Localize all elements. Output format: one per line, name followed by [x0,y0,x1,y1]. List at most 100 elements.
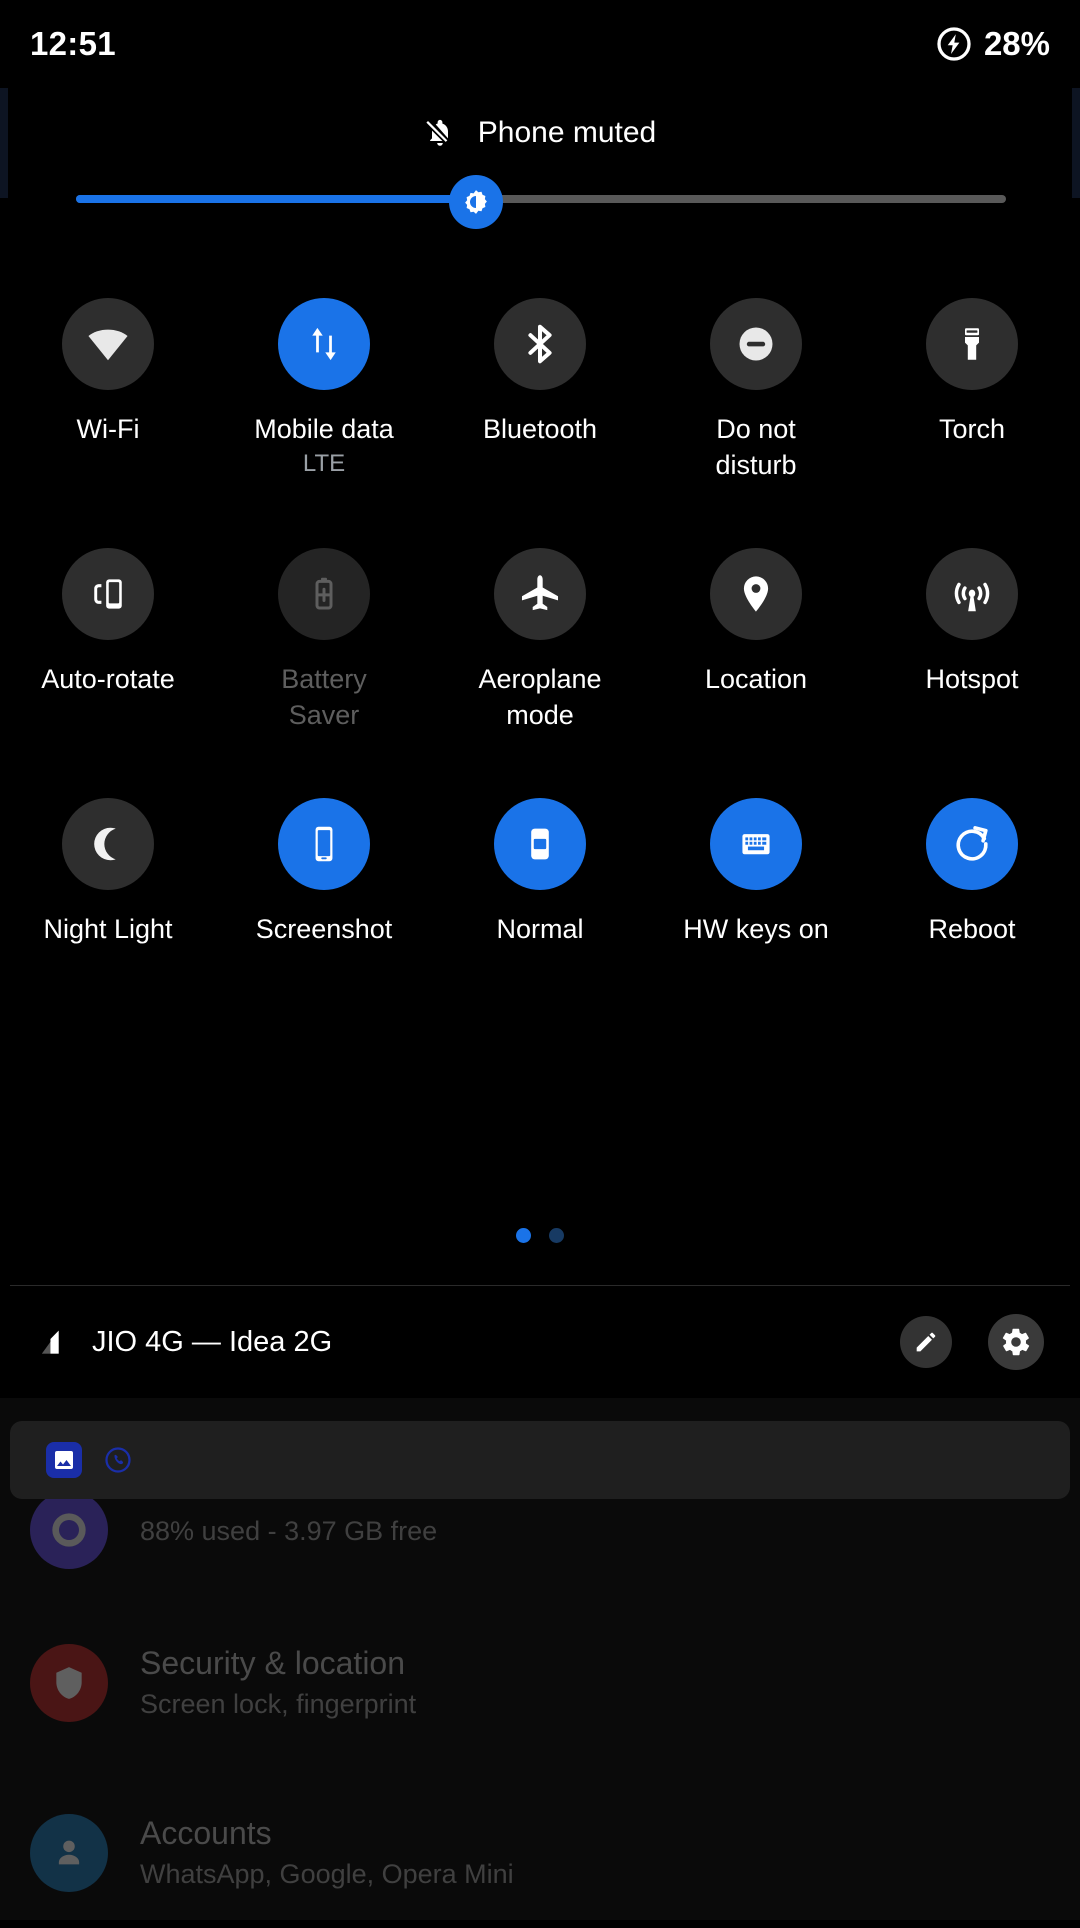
tile-torch[interactable]: Torch [864,280,1080,530]
tile-night-light[interactable]: Night Light [0,780,216,1030]
quick-settings-tiles: Wi-Fi Mobile data LTE Bluetooth Do not d… [0,280,1080,1030]
tile-icon-container[interactable] [926,548,1018,640]
battery-saver-icon [303,573,345,615]
reboot-icon [949,821,995,867]
gear-icon [1000,1326,1032,1358]
tile-wifi[interactable]: Wi-Fi [0,280,216,530]
tile-label: Battery Saver [281,664,367,730]
tile-icon-container[interactable] [494,548,586,640]
list-item-subtitle: 88% used - 3.97 GB free [140,1516,438,1547]
settings-button[interactable] [988,1314,1044,1370]
tile-icon-container[interactable] [62,548,154,640]
list-item-subtitle: WhatsApp, Google, Opera Mini [140,1859,514,1890]
tile-icon-container[interactable] [494,798,586,890]
auto-rotate-icon [86,572,130,616]
call-notification-icon[interactable] [100,1442,136,1478]
tile-icon-container[interactable] [926,798,1018,890]
page-dot-1[interactable] [516,1228,531,1243]
tile-do-not-disturb[interactable]: Do not disturb [648,280,864,530]
tile-mobile-data[interactable]: Mobile data LTE [216,280,432,530]
signal-bars-icon [36,1325,70,1359]
list-item-subtitle: Screen lock, fingerprint [140,1689,417,1720]
tile-row-3: Night Light Screenshot Normal HW keys on… [0,780,1080,1030]
battery-percentage: 28% [983,25,1050,62]
tile-location[interactable]: Location [648,530,864,780]
brightness-icon [461,187,491,217]
hotspot-icon [949,571,995,617]
tile-normal[interactable]: Normal [432,780,648,1030]
tile-battery-saver[interactable]: Battery Saver [216,530,432,780]
status-bar: 12:51 28% [0,0,1080,88]
status-bar-clock: 12:51 [30,25,116,62]
page-dot-2[interactable] [549,1228,564,1243]
do-not-disturb-icon [734,322,778,366]
tile-icon-container[interactable] [62,298,154,390]
tile-icon-container[interactable] [278,548,370,640]
tile-icon-container[interactable] [278,298,370,390]
brightness-thumb[interactable] [449,175,503,229]
tile-icon-container[interactable] [710,798,802,890]
quick-settings-footer: JIO 4G — Idea 2G [0,1286,1080,1398]
tablet-icon [518,822,562,866]
tile-hotspot[interactable]: Hotspot [864,530,1080,780]
image-notification-icon[interactable] [46,1442,82,1478]
tile-label: Torch [938,414,1006,444]
tile-label: Aeroplane mode [478,664,602,730]
list-item[interactable]: Security & location Screen lock, fingerp… [0,1608,1080,1758]
notification-shelf[interactable] [10,1421,1070,1499]
list-item-title: Security & location [140,1645,406,1682]
list-item-title: Accounts [140,1815,272,1852]
tile-icon-container[interactable] [62,798,154,890]
tile-label: Reboot [928,914,1016,944]
tile-aeroplane-mode[interactable]: Aeroplane mode [432,530,648,780]
status-bar-right: 28% [936,25,1050,63]
tile-icon-container[interactable] [710,298,802,390]
edit-tiles-button[interactable] [900,1316,952,1368]
flashlight-icon [951,323,993,365]
phone-muted-banner: Phone muted [0,108,1080,158]
tile-sublabel: LTE [302,449,346,477]
tile-icon-container[interactable] [494,298,586,390]
mobile-data-icon [302,322,346,366]
tile-icon-container[interactable] [710,548,802,640]
list-item[interactable]: Accounts WhatsApp, Google, Opera Mini [0,1778,1080,1928]
tile-icon-container[interactable] [926,298,1018,390]
bluetooth-icon [517,321,563,367]
bell-muted-icon [424,117,456,149]
tile-label: Wi-Fi [76,414,140,444]
tile-label: HW keys on [683,914,829,944]
tile-label: Night Light [43,914,173,944]
tile-label: Bluetooth [482,414,598,444]
tile-label: Do not disturb [715,414,797,480]
account-icon [30,1814,108,1892]
pencil-icon [913,1329,939,1355]
battery-charging-icon [936,26,972,62]
storage-icon [30,1491,108,1569]
tile-auto-rotate[interactable]: Auto-rotate [0,530,216,780]
brightness-slider[interactable] [76,175,1006,229]
wifi-icon [85,321,131,367]
phone-screenshot-icon [302,822,346,866]
quick-settings-panel: 12:51 28% Phone muted Wi-Fi Mobile data … [0,0,1080,1398]
tile-label: Normal [496,914,584,944]
tile-label: Hotspot [925,664,1019,694]
tile-screenshot[interactable]: Screenshot [216,780,432,1030]
tile-reboot[interactable]: Reboot [864,780,1080,1030]
moon-icon [87,823,129,865]
shield-icon [30,1644,108,1722]
tile-row-1: Wi-Fi Mobile data LTE Bluetooth Do not d… [0,280,1080,530]
location-pin-icon [734,572,778,616]
tile-label: Auto-rotate [41,664,175,694]
tile-label: Screenshot [255,914,393,944]
page-indicator[interactable] [0,1228,1080,1243]
tile-icon-container[interactable] [278,798,370,890]
phone-muted-label: Phone muted [477,116,657,149]
keyboard-icon [734,822,778,866]
brightness-fill [76,195,476,203]
tile-label: Location [704,664,808,694]
tile-row-2: Auto-rotate Battery Saver Aeroplane mode… [0,530,1080,780]
tile-label: Mobile data [254,414,394,444]
aeroplane-icon [517,571,563,617]
tile-bluetooth[interactable]: Bluetooth [432,280,648,530]
tile-hw-keys[interactable]: HW keys on [648,780,864,1030]
